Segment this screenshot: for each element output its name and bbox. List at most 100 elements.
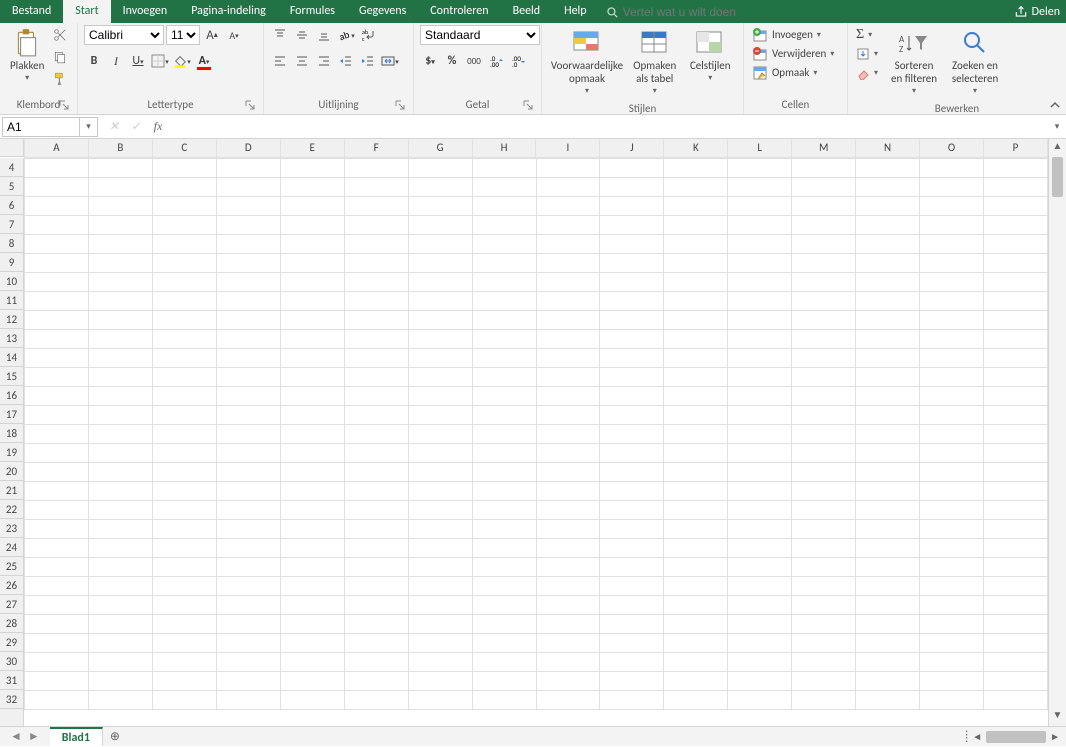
horizontal-scrollbar[interactable]: ⁞ ◄ ►: [959, 727, 1066, 746]
cell[interactable]: [472, 215, 536, 234]
cell[interactable]: [408, 386, 472, 405]
clear-button[interactable]: ▾: [854, 63, 880, 82]
cell[interactable]: [280, 538, 344, 557]
scroll-up-button[interactable]: ▲: [1049, 139, 1066, 157]
align-top-button[interactable]: [270, 25, 290, 45]
insert-cells-button[interactable]: Invoegen▾: [750, 25, 823, 44]
cell[interactable]: [152, 443, 216, 462]
cell[interactable]: [216, 215, 280, 234]
expand-formula-bar-button[interactable]: ▾: [1048, 121, 1066, 132]
cell[interactable]: [536, 196, 600, 215]
cell[interactable]: [536, 291, 600, 310]
cell[interactable]: [600, 386, 664, 405]
row-header[interactable]: 5: [0, 177, 23, 196]
cell[interactable]: [25, 405, 89, 424]
cell[interactable]: [984, 234, 1048, 253]
format-cells-button[interactable]: Opmaak▾: [750, 63, 819, 82]
cell[interactable]: [344, 595, 408, 614]
cell[interactable]: [280, 272, 344, 291]
cell[interactable]: [408, 405, 472, 424]
cell[interactable]: [216, 462, 280, 481]
cell[interactable]: [408, 329, 472, 348]
cell[interactable]: [856, 614, 920, 633]
cell[interactable]: [792, 329, 856, 348]
cell[interactable]: [152, 576, 216, 595]
cell[interactable]: [280, 310, 344, 329]
cell[interactable]: [536, 557, 600, 576]
cell[interactable]: [792, 519, 856, 538]
row-header[interactable]: 12: [0, 310, 23, 329]
cell[interactable]: [152, 310, 216, 329]
cell[interactable]: [216, 272, 280, 291]
cell[interactable]: [88, 652, 152, 671]
cell[interactable]: [536, 614, 600, 633]
cell[interactable]: [792, 595, 856, 614]
cell[interactable]: [984, 500, 1048, 519]
cell[interactable]: [344, 671, 408, 690]
row-header[interactable]: 13: [0, 329, 23, 348]
column-header[interactable]: I: [536, 139, 600, 157]
cell[interactable]: [280, 614, 344, 633]
row-header[interactable]: 26: [0, 576, 23, 595]
cell[interactable]: [344, 272, 408, 291]
cell[interactable]: [152, 253, 216, 272]
cell[interactable]: [152, 291, 216, 310]
cell[interactable]: [728, 652, 792, 671]
cell[interactable]: [344, 177, 408, 196]
cell[interactable]: [344, 253, 408, 272]
cell[interactable]: [600, 367, 664, 386]
cell[interactable]: [664, 329, 728, 348]
cell[interactable]: [536, 519, 600, 538]
cell[interactable]: [152, 386, 216, 405]
format-as-table-button[interactable]: Opmaken als tabel▾: [626, 25, 683, 100]
cell[interactable]: [600, 348, 664, 367]
cell[interactable]: [536, 424, 600, 443]
cell[interactable]: [984, 253, 1048, 272]
cell[interactable]: [25, 424, 89, 443]
cell[interactable]: [280, 576, 344, 595]
copy-button[interactable]: [50, 47, 70, 67]
cell[interactable]: [664, 291, 728, 310]
cell[interactable]: [216, 633, 280, 652]
cell[interactable]: [280, 215, 344, 234]
increase-font-button[interactable]: A▴: [202, 25, 222, 45]
cell[interactable]: [216, 481, 280, 500]
cell[interactable]: [984, 538, 1048, 557]
cell[interactable]: [472, 348, 536, 367]
cell[interactable]: [216, 158, 280, 177]
cell[interactable]: [536, 310, 600, 329]
cell[interactable]: [536, 443, 600, 462]
cell[interactable]: [25, 196, 89, 215]
cell[interactable]: [344, 557, 408, 576]
row-headers[interactable]: 4567891011121314151617181920212223242526…: [0, 158, 24, 727]
cell[interactable]: [88, 272, 152, 291]
cell[interactable]: [472, 595, 536, 614]
cell[interactable]: [664, 595, 728, 614]
merge-center-button[interactable]: ▾: [380, 51, 400, 71]
cell[interactable]: [984, 671, 1048, 690]
cell[interactable]: [728, 386, 792, 405]
cell[interactable]: [600, 500, 664, 519]
cell[interactable]: [600, 557, 664, 576]
cell[interactable]: [856, 405, 920, 424]
cell[interactable]: [728, 614, 792, 633]
cell[interactable]: [664, 386, 728, 405]
cell[interactable]: [856, 177, 920, 196]
cell[interactable]: [920, 291, 984, 310]
cell[interactable]: [216, 329, 280, 348]
cell[interactable]: [280, 595, 344, 614]
row-header[interactable]: 31: [0, 671, 23, 690]
cell[interactable]: [856, 424, 920, 443]
cell[interactable]: [856, 291, 920, 310]
cell[interactable]: [728, 158, 792, 177]
cell[interactable]: [280, 652, 344, 671]
cell[interactable]: [25, 500, 89, 519]
cell[interactable]: [408, 462, 472, 481]
cell[interactable]: [280, 367, 344, 386]
cell[interactable]: [88, 614, 152, 633]
cell[interactable]: [216, 614, 280, 633]
cell[interactable]: [536, 348, 600, 367]
tab-controleren[interactable]: Controleren: [418, 0, 500, 23]
cell[interactable]: [856, 272, 920, 291]
column-header[interactable]: L: [728, 139, 792, 157]
